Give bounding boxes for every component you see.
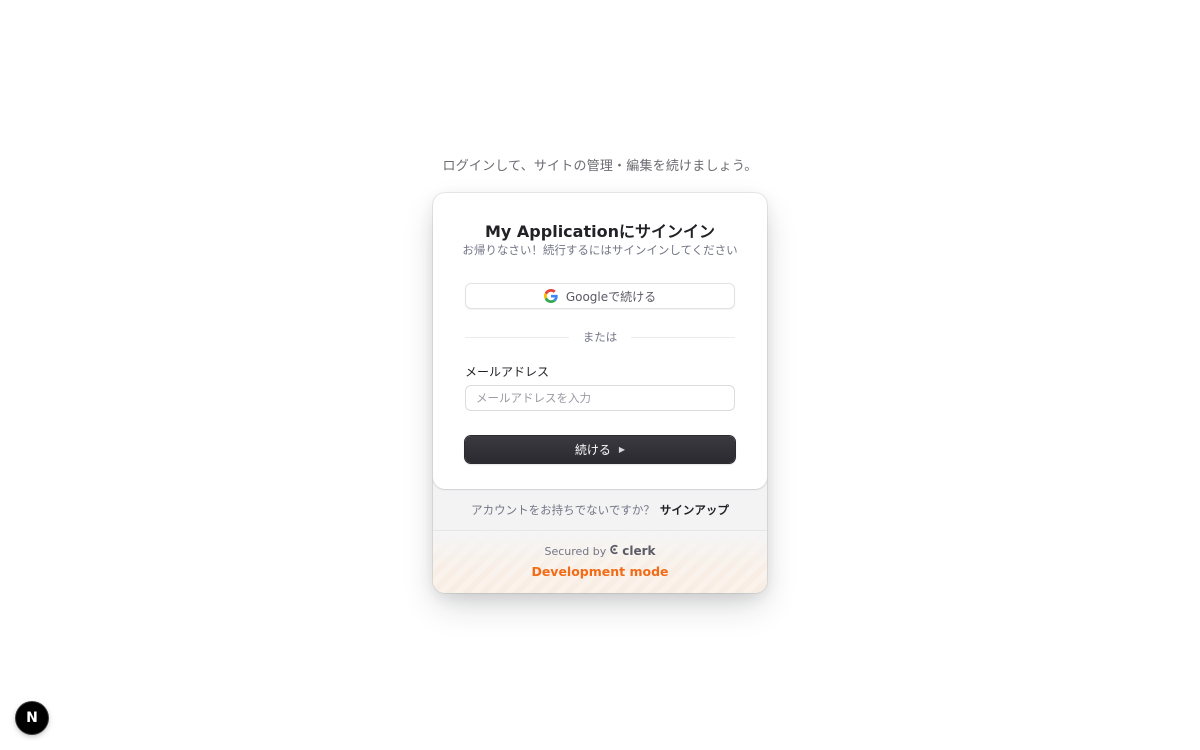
- clerk-logo-icon: [610, 544, 620, 558]
- sign-in-card: My Applicationにサインイン お帰りなさい！続行するにはサインインし…: [433, 193, 767, 593]
- sign-in-form-panel: My Applicationにサインイン お帰りなさい！続行するにはサインインし…: [433, 193, 767, 489]
- signup-prompt: アカウントをお持ちでないですか？: [471, 502, 655, 517]
- google-icon: [543, 289, 558, 303]
- email-field[interactable]: [465, 385, 735, 411]
- intro-text: ログインして、サイトの管理・編集を続けましょう。: [442, 159, 758, 174]
- or-divider: または: [465, 329, 735, 345]
- signup-row: アカウントをお持ちでないですか？ サインアップ: [433, 489, 767, 531]
- clerk-logo[interactable]: clerk: [610, 544, 656, 558]
- nextjs-dev-indicator[interactable]: N: [16, 702, 48, 734]
- development-mode-label: Development mode: [531, 564, 669, 579]
- development-footer: Secured by clerk Development mode: [433, 531, 767, 593]
- continue-label: 続ける: [574, 443, 611, 457]
- divider-line-left: [465, 336, 569, 338]
- play-arrow-icon: ▶: [618, 445, 626, 454]
- secured-by-text: Secured by: [544, 544, 607, 558]
- google-sign-in-button[interactable]: Googleで続ける: [465, 283, 735, 309]
- divider-text: または: [582, 330, 618, 344]
- card-subtitle: お帰りなさい！続行するにはサインインしてください: [462, 243, 738, 257]
- signup-link[interactable]: サインアップ: [660, 502, 729, 518]
- continue-button[interactable]: 続ける ▶: [465, 436, 735, 463]
- google-button-label: Googleで続ける: [565, 289, 657, 304]
- secured-by-row: Secured by clerk: [433, 544, 767, 558]
- nextjs-icon: N: [26, 710, 38, 726]
- clerk-brand-text: clerk: [622, 544, 656, 558]
- email-label: メールアドレス: [465, 365, 550, 379]
- divider-line-right: [631, 336, 735, 338]
- card-title: My Applicationにサインイン: [485, 222, 715, 241]
